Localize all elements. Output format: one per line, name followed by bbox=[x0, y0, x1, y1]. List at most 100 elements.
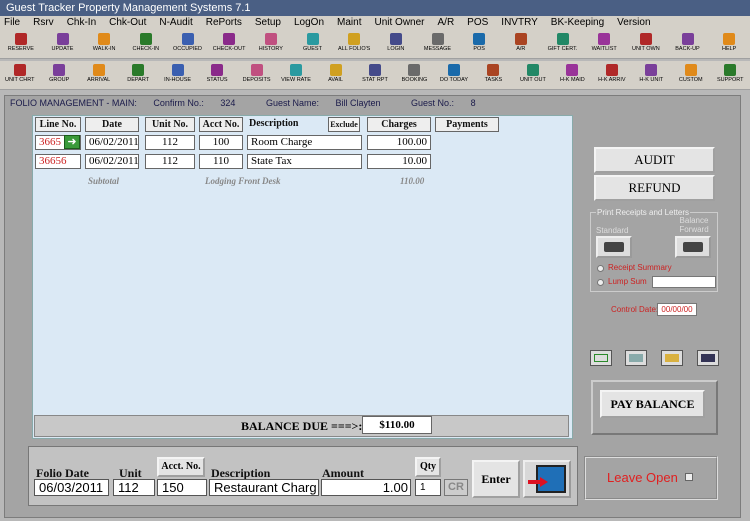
menu-item-a-r[interactable]: A/R bbox=[438, 16, 455, 30]
receipt-summary-radio[interactable] bbox=[597, 265, 604, 272]
charges-cell[interactable]: 100.00 bbox=[367, 135, 431, 150]
toolbar-button-unit-own[interactable]: UNIT OWN bbox=[623, 31, 669, 58]
pay-balance-button[interactable]: PAY BALANCE bbox=[600, 390, 705, 418]
guest-number: 8 bbox=[470, 98, 476, 108]
date-cell[interactable]: 06/02/2011 bbox=[85, 154, 139, 169]
lump-sum-label[interactable]: Lump Sum bbox=[608, 277, 647, 286]
acct-cell[interactable]: 110 bbox=[199, 154, 243, 169]
toolbar-label: H-K ARRIV bbox=[598, 77, 626, 83]
enter-button[interactable]: Enter bbox=[472, 460, 520, 498]
deposits-icon bbox=[250, 64, 263, 76]
lump-sum-input[interactable] bbox=[652, 276, 716, 288]
menu-item-version[interactable]: Version bbox=[617, 16, 650, 30]
unit-cell[interactable]: 112 bbox=[145, 135, 195, 150]
balance-due-amount: $110.00 bbox=[362, 416, 432, 434]
qty-button[interactable]: Qty bbox=[415, 457, 441, 477]
acct-input[interactable]: 150 bbox=[157, 479, 207, 496]
col-acct-no[interactable]: Acct No. bbox=[199, 117, 243, 132]
toolbar-button-gift-cert-[interactable]: GIFT CERT. bbox=[540, 31, 586, 58]
toolbar-button-all-folio-s[interactable]: ALL FOLIO'S bbox=[331, 31, 377, 58]
menu-item-chk-out[interactable]: Chk-Out bbox=[109, 16, 146, 30]
menu-item-file[interactable]: File bbox=[4, 16, 20, 30]
walker-icon bbox=[98, 33, 111, 45]
toolbar-button-check-in[interactable]: CHECK-IN bbox=[123, 31, 169, 58]
toolbar-button-waitlist[interactable]: WAITLIST bbox=[581, 31, 627, 58]
printer-icon bbox=[604, 242, 624, 252]
qty-input[interactable]: 1 bbox=[415, 479, 441, 496]
cr-button[interactable]: CR bbox=[444, 479, 468, 496]
toolbar-button-support[interactable]: SUPPORT bbox=[707, 62, 750, 89]
toolbar-button-a-r[interactable]: A/R bbox=[498, 31, 544, 58]
line-no-cell[interactable]: 36656 bbox=[35, 154, 81, 169]
keyboard-icon[interactable] bbox=[697, 350, 719, 366]
amount-input[interactable]: 1.00 bbox=[321, 479, 411, 496]
image-icon[interactable] bbox=[625, 350, 647, 366]
exit-door-button[interactable] bbox=[523, 460, 571, 498]
depart-icon bbox=[132, 64, 145, 76]
toolbar-label: H-K UNIT bbox=[639, 77, 664, 83]
folio-title: FOLIO MANAGEMENT - MAIN: bbox=[10, 98, 137, 108]
leave-open-checkbox[interactable] bbox=[685, 473, 693, 481]
toolbar-button-back-up[interactable]: BACK-UP bbox=[665, 31, 711, 58]
menu-item-logon[interactable]: LogOn bbox=[294, 16, 324, 30]
toolbar-button-guest[interactable]: GUEST bbox=[290, 31, 336, 58]
toolbar-label: GUEST bbox=[303, 46, 322, 52]
credit-card-icon[interactable] bbox=[661, 350, 683, 366]
description-cell[interactable]: State Tax bbox=[247, 154, 362, 169]
window-title: Guest Tracker Property Management System… bbox=[6, 2, 251, 14]
toolbar-button-check-out[interactable]: CHECK-OUT bbox=[206, 31, 252, 58]
col-charges[interactable]: Charges bbox=[367, 117, 431, 132]
toolbar-label: SUPPORT bbox=[717, 77, 744, 83]
toolbar-button-walk-in[interactable]: WALK-IN bbox=[81, 31, 127, 58]
leave-open-label[interactable]: Leave Open bbox=[607, 470, 678, 485]
col-line-no[interactable]: Line No. bbox=[35, 117, 81, 132]
menu-item-reports[interactable]: RePorts bbox=[206, 16, 242, 30]
menu-item-maint[interactable]: Maint bbox=[337, 16, 361, 30]
unit-cell[interactable]: 112 bbox=[145, 154, 195, 169]
menu-item-rsrv[interactable]: Rsrv bbox=[33, 16, 54, 30]
toolbar-button-history[interactable]: HISTORY bbox=[248, 31, 294, 58]
exchange-icon[interactable] bbox=[590, 350, 612, 366]
toolbar-label: HISTORY bbox=[258, 46, 283, 52]
acct-no-button[interactable]: Acct. No. bbox=[157, 457, 205, 477]
toolbar-button-occupied[interactable]: OCCUPIED bbox=[165, 31, 211, 58]
toolbar-label: TASKS bbox=[484, 77, 503, 83]
menu-item-pos[interactable]: POS bbox=[467, 16, 488, 30]
menu-item-n-audit[interactable]: N-Audit bbox=[159, 16, 192, 30]
toolbar-button-update[interactable]: UPDATE bbox=[40, 31, 86, 58]
acct-cell[interactable]: 100 bbox=[199, 135, 243, 150]
menu-item-bk-keeping[interactable]: BK-Keeping bbox=[551, 16, 604, 30]
toolbar-button-reserve[interactable]: RESERVE bbox=[0, 31, 44, 58]
print-standard-button[interactable] bbox=[596, 236, 632, 258]
menu-item-invtry[interactable]: INVTRY bbox=[501, 16, 538, 30]
menu-item-chk-in[interactable]: Chk-In bbox=[67, 16, 96, 30]
print-balance-forward-button[interactable] bbox=[675, 236, 711, 258]
history-icon bbox=[264, 33, 277, 45]
toolbar-button-help[interactable]: HELP bbox=[706, 31, 750, 58]
refund-button[interactable]: REFUND bbox=[594, 175, 715, 201]
folio-date-input[interactable]: 06/03/2011 bbox=[34, 479, 109, 496]
col-payments[interactable]: Payments bbox=[435, 117, 499, 132]
toolbar-button-message[interactable]: MESSAGE bbox=[415, 31, 461, 58]
unit-owner-icon bbox=[639, 33, 652, 45]
toolbar-button-login[interactable]: LOGIN bbox=[373, 31, 419, 58]
col-unit-no[interactable]: Unit No. bbox=[145, 117, 195, 132]
exclude-button[interactable]: Exclude bbox=[328, 117, 360, 132]
unit-input[interactable]: 112 bbox=[113, 479, 155, 496]
receipt-summary-label[interactable]: Receipt Summary bbox=[608, 263, 672, 272]
col-date[interactable]: Date bbox=[85, 117, 139, 132]
lump-sum-radio[interactable] bbox=[597, 279, 604, 286]
toolbar-button-pos[interactable]: POS bbox=[456, 31, 502, 58]
description-input[interactable]: Restaurant Charg bbox=[209, 479, 319, 496]
audit-button[interactable]: AUDIT bbox=[594, 147, 715, 173]
menu-item-setup[interactable]: Setup bbox=[255, 16, 281, 30]
charges-cell[interactable]: 10.00 bbox=[367, 154, 431, 169]
menu-item-unit-owner[interactable]: Unit Owner bbox=[374, 16, 424, 30]
pos-icon bbox=[473, 33, 486, 45]
ar-icon bbox=[514, 33, 527, 45]
control-date-field[interactable]: 00/00/00 bbox=[657, 303, 697, 316]
arrow-right-icon[interactable]: ➜ bbox=[64, 135, 80, 149]
date-cell[interactable]: 06/02/2011 bbox=[85, 135, 139, 150]
col-description: Description bbox=[249, 118, 299, 129]
description-cell[interactable]: Room Charge bbox=[247, 135, 362, 150]
